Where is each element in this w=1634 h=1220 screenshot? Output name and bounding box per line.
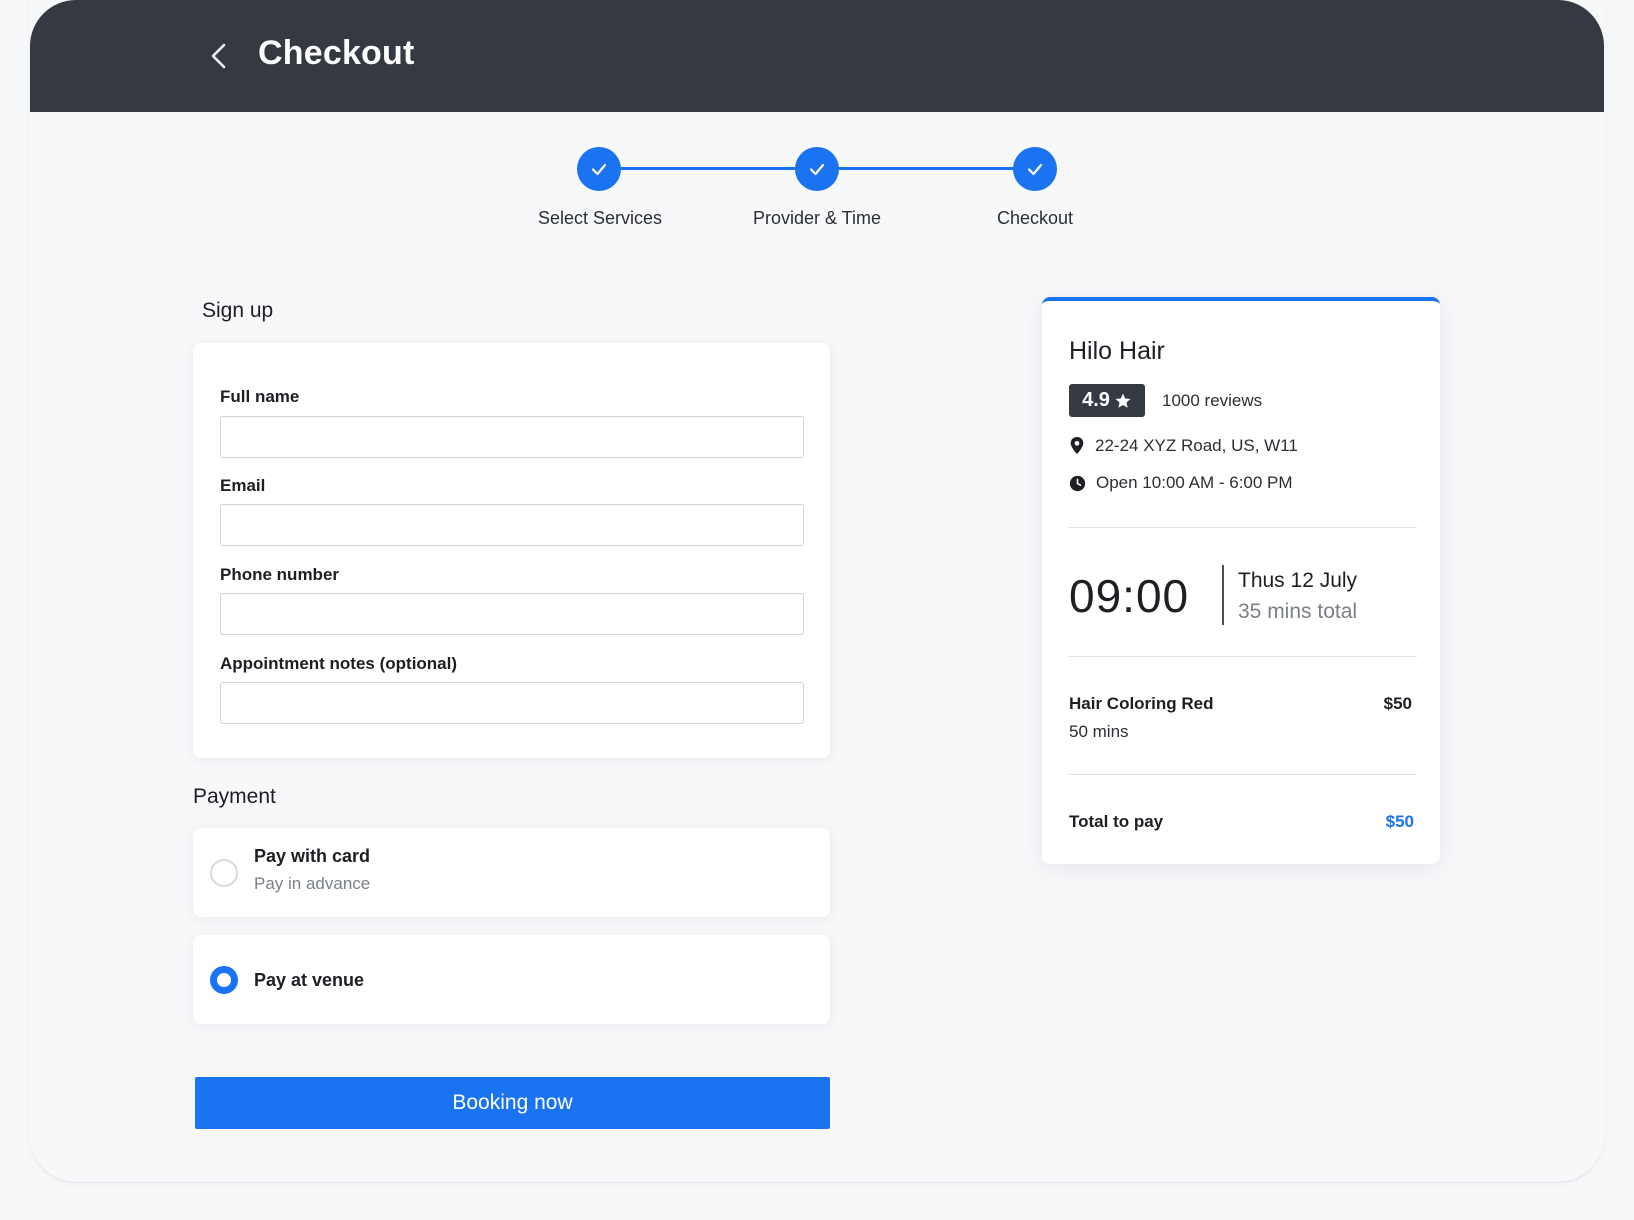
- divider: [1069, 527, 1417, 528]
- vertical-divider: [1222, 565, 1224, 625]
- address-row: 22-24 XYZ Road, US, W11: [1069, 436, 1298, 456]
- appointment-time: 09:00: [1069, 570, 1190, 622]
- full-name-label: Full name: [220, 387, 300, 406]
- star-icon: [1115, 393, 1131, 408]
- pay-with-card-radio[interactable]: [210, 859, 238, 887]
- review-count: 1000 reviews: [1162, 391, 1263, 410]
- full-name-input[interactable]: [220, 416, 804, 458]
- service-duration: 50 mins: [1069, 722, 1129, 741]
- email-label: Email: [220, 476, 266, 495]
- signup-form: Full name Email Phone number Appointment…: [193, 343, 830, 758]
- payment-heading: Payment: [193, 785, 276, 808]
- clock-icon: [1069, 475, 1086, 491]
- pay-at-venue-option[interactable]: Pay at venue: [193, 935, 830, 1024]
- phone-input[interactable]: [220, 593, 804, 635]
- step-1-label: Select Services: [537, 208, 663, 228]
- step-3-indicator[interactable]: [1013, 147, 1057, 191]
- rating-badge: 4.9: [1069, 384, 1145, 417]
- service-price: $50: [1383, 694, 1412, 713]
- divider: [1069, 656, 1417, 657]
- rating-value: 4.9: [1082, 389, 1110, 411]
- step-1-indicator[interactable]: [577, 147, 621, 191]
- divider: [1069, 774, 1417, 775]
- notes-input[interactable]: [220, 682, 804, 724]
- total-label: Total to pay: [1069, 812, 1164, 831]
- app-frame: Checkout Select Services Provider & Time…: [30, 0, 1604, 1182]
- signup-heading: Sign up: [202, 299, 274, 322]
- hours-text: Open 10:00 AM - 6:00 PM: [1096, 473, 1293, 492]
- phone-label: Phone number: [220, 565, 340, 584]
- hours-row: Open 10:00 AM - 6:00 PM: [1069, 473, 1293, 493]
- appointment-date: Thus 12 July: [1238, 569, 1358, 592]
- booking-now-button[interactable]: Booking now: [195, 1077, 830, 1129]
- pay-at-venue-radio[interactable]: [210, 966, 238, 994]
- step-2-indicator[interactable]: [795, 147, 839, 191]
- appointment-duration: 35 mins total: [1238, 600, 1358, 623]
- check-icon: [1027, 163, 1043, 176]
- back-button[interactable]: [200, 36, 240, 76]
- pay-option-title: Pay with card: [254, 846, 371, 866]
- pay-with-card-option[interactable]: Pay with card Pay in advance: [193, 828, 830, 917]
- address-text: 22-24 XYZ Road, US, W11: [1095, 436, 1298, 455]
- service-name: Hair Coloring Red: [1069, 694, 1214, 713]
- location-pin-icon: [1070, 437, 1084, 455]
- top-bar: Checkout: [30, 0, 1604, 112]
- step-3-label: Checkout: [996, 208, 1074, 228]
- chevron-left-icon: [211, 43, 226, 69]
- check-icon: [591, 163, 607, 176]
- pay-option-subtitle: Pay in advance: [254, 874, 371, 893]
- page-title: Checkout: [258, 34, 415, 72]
- check-icon: [809, 163, 825, 176]
- email-input[interactable]: [220, 504, 804, 546]
- notes-label: Appointment notes (optional): [220, 654, 458, 673]
- pay-option-title: Pay at venue: [254, 970, 365, 990]
- total-price: $50: [1385, 812, 1414, 831]
- step-2-label: Provider & Time: [752, 208, 882, 228]
- business-name: Hilo Hair: [1069, 337, 1165, 365]
- booking-summary-card: Hilo Hair 4.9 1000 reviews 22-24 XYZ Roa…: [1042, 297, 1440, 864]
